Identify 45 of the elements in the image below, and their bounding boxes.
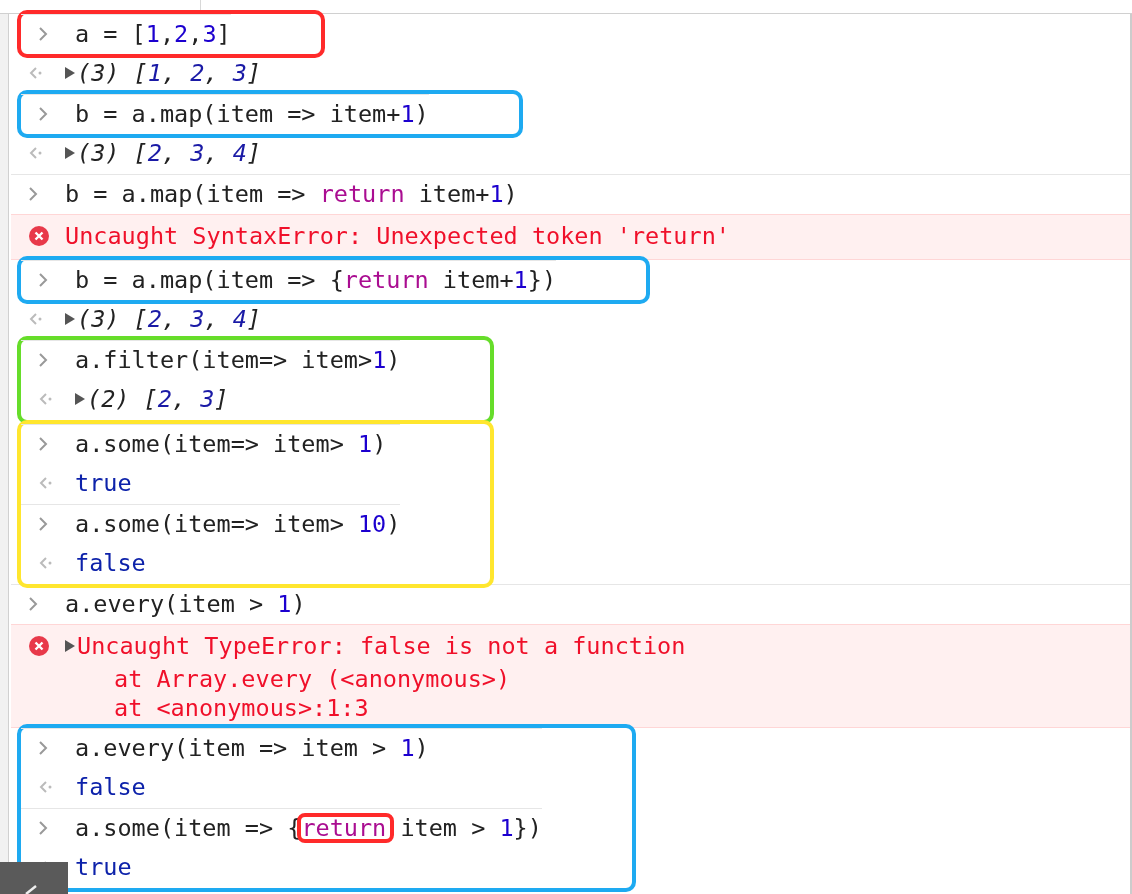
console-result: true (75, 853, 132, 881)
console-result: (3) [2, 3, 4] (77, 305, 261, 333)
result-arrow-icon (29, 147, 43, 159)
console-command: a.every(item => item > 1) (75, 734, 429, 762)
console-command: a.every(item > 1) (65, 590, 306, 618)
prompt-icon (29, 597, 38, 611)
result-arrow-icon (29, 313, 43, 325)
expand-triangle-icon[interactable] (65, 67, 75, 79)
console-command: b = a.map(item => return item+1) (65, 180, 518, 208)
console-command: a.filter(item=> item>1) (75, 346, 401, 374)
prompt-icon (39, 517, 48, 531)
result-arrow-icon (39, 393, 53, 405)
stack-trace-line: at Array.every (<anonymous>) (113, 665, 512, 694)
result-arrow-icon (39, 557, 53, 569)
error-icon (29, 636, 49, 656)
console-result: false (75, 549, 146, 577)
console-command: a.some(item=> item> 10) (75, 510, 401, 538)
expand-triangle-icon[interactable] (75, 393, 85, 405)
prompt-icon (39, 821, 48, 835)
error-icon (29, 226, 49, 246)
result-arrow-icon (39, 781, 53, 793)
prompt-icon (39, 353, 48, 367)
prompt-icon (39, 107, 48, 121)
console-command: b = a.map(item => item+1) (75, 100, 429, 128)
result-arrow-icon (39, 477, 53, 489)
result-arrow-icon (29, 67, 43, 79)
console-result: (3) [2, 3, 4] (77, 139, 261, 167)
prompt-icon (29, 187, 38, 201)
console-command: a.some(item=> item> 1) (75, 430, 387, 458)
prompt-icon (39, 273, 48, 287)
prompt-icon (39, 27, 48, 41)
console-result: (2) [2, 3] (87, 385, 229, 413)
error-message: Uncaught TypeError: false is not a function (77, 631, 686, 662)
console-result: false (75, 773, 146, 801)
expand-triangle-icon[interactable] (65, 313, 75, 325)
expand-triangle-icon[interactable] (65, 640, 75, 652)
error-message: Uncaught SyntaxError: Unexpected token 'return' (65, 221, 730, 252)
stack-trace-line: at <anonymous>:1:3 (113, 694, 370, 723)
prompt-icon (39, 741, 48, 755)
console-command: b = a.map(item => {return item+1}) (75, 266, 557, 294)
console-command: a = [1,2,3] (75, 20, 231, 48)
expand-triangle-icon[interactable] (65, 147, 75, 159)
console-result: true (75, 469, 132, 497)
console-result: (3) [1, 2, 3] (77, 59, 261, 87)
prompt-icon (39, 437, 48, 451)
